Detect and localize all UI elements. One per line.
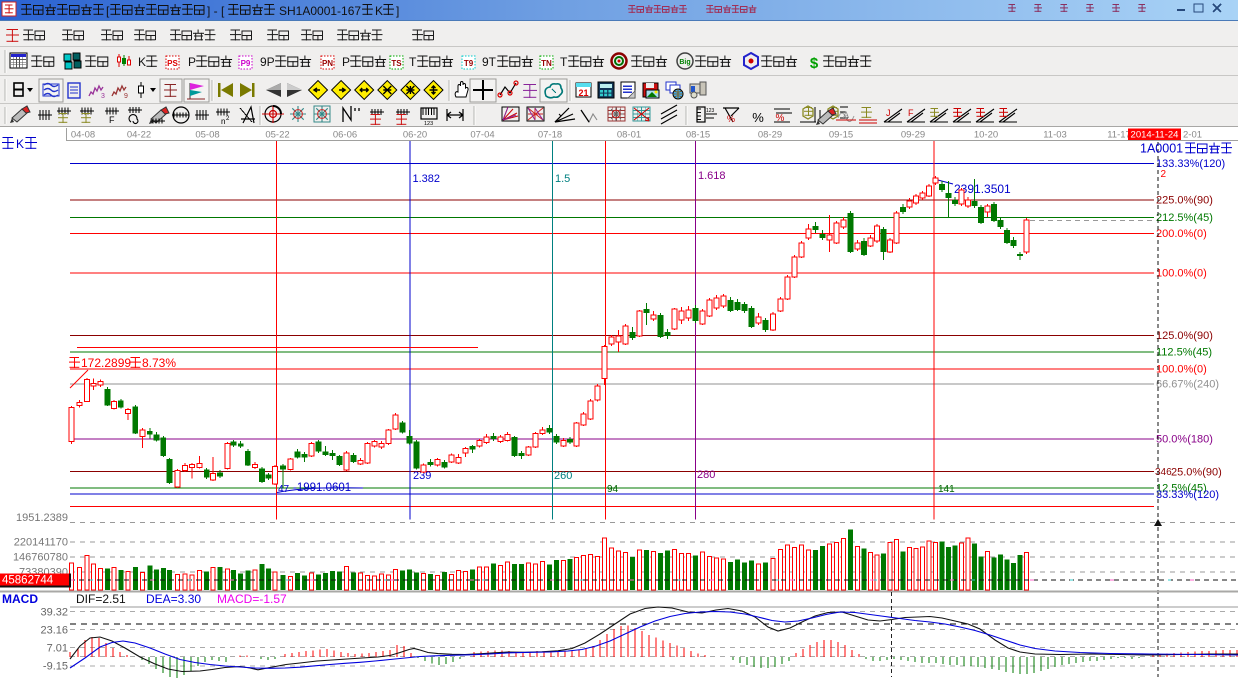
svg-text:1.382: 1.382 bbox=[413, 173, 441, 185]
svg-text:9P: 9P bbox=[260, 55, 275, 69]
svg-text:07-18: 07-18 bbox=[538, 130, 562, 141]
svg-text:T: T bbox=[560, 55, 568, 69]
svg-text:F: F bbox=[109, 115, 115, 125]
svg-text:07-04: 07-04 bbox=[470, 130, 494, 141]
svg-text:200.0%(0): 200.0%(0) bbox=[1156, 228, 1207, 240]
svg-text:PS: PS bbox=[167, 59, 178, 68]
svg-text:100.0%(0): 100.0%(0) bbox=[1156, 268, 1207, 280]
svg-text:05-08: 05-08 bbox=[195, 130, 219, 141]
svg-text:141: 141 bbox=[938, 484, 955, 495]
svg-text:TN: TN bbox=[541, 59, 552, 68]
svg-text:PN: PN bbox=[322, 59, 333, 68]
svg-text:P: P bbox=[188, 55, 196, 69]
svg-text:-1991.0601: -1991.0601 bbox=[293, 482, 351, 494]
svg-text:1.5: 1.5 bbox=[555, 173, 570, 185]
svg-text:04-22: 04-22 bbox=[127, 130, 151, 141]
svg-text:112.5%(45): 112.5%(45) bbox=[1156, 347, 1212, 359]
svg-text:2-01: 2-01 bbox=[1183, 130, 1202, 141]
svg-text:09-15: 09-15 bbox=[829, 130, 853, 141]
svg-text:04-08: 04-08 bbox=[71, 130, 95, 141]
svg-text:P9: P9 bbox=[241, 59, 251, 68]
svg-text:11-03: 11-03 bbox=[1043, 130, 1067, 141]
svg-text:08-01: 08-01 bbox=[617, 130, 641, 141]
svg-text:n: n bbox=[221, 117, 225, 126]
svg-text:K: K bbox=[138, 55, 146, 69]
svg-text:100.0%(0): 100.0%(0) bbox=[1156, 364, 1207, 376]
svg-text:3: 3 bbox=[101, 93, 105, 100]
svg-text:66.67%(240): 66.67%(240) bbox=[1156, 379, 1219, 391]
svg-text:TS: TS bbox=[391, 59, 402, 68]
svg-text:08-15: 08-15 bbox=[686, 130, 710, 141]
svg-text:05-22: 05-22 bbox=[265, 130, 289, 141]
svg-text:94: 94 bbox=[607, 484, 619, 495]
svg-text:$: $ bbox=[810, 55, 819, 72]
svg-text:06-20: 06-20 bbox=[403, 130, 427, 141]
svg-text:172.2899: 172.2899 bbox=[81, 356, 131, 370]
svg-text:10-20: 10-20 bbox=[974, 130, 998, 141]
svg-text:MACD=-1.57: MACD=-1.57 bbox=[217, 592, 287, 606]
svg-text:220141170: 220141170 bbox=[14, 537, 68, 549]
svg-text:39.32: 39.32 bbox=[40, 607, 68, 619]
svg-text:08-29: 08-29 bbox=[758, 130, 782, 141]
svg-text:9: 9 bbox=[124, 93, 128, 100]
svg-text:225.0%(90): 225.0%(90) bbox=[1156, 195, 1213, 207]
svg-text:21: 21 bbox=[578, 88, 588, 98]
svg-text:SH1A0001-167: SH1A0001-167 bbox=[279, 4, 361, 18]
svg-text:DIF=2.51: DIF=2.51 bbox=[76, 592, 126, 606]
svg-text:11-17: 11-17 bbox=[1107, 130, 1131, 141]
svg-text:133.33%(120): 133.33%(120) bbox=[1156, 158, 1225, 170]
svg-text:T: T bbox=[409, 55, 417, 69]
svg-text:P: P bbox=[342, 55, 350, 69]
svg-text:%: % bbox=[752, 110, 764, 125]
svg-text:212.5%(45): 212.5%(45) bbox=[1156, 212, 1213, 224]
svg-text:T9: T9 bbox=[464, 59, 474, 68]
svg-text:123: 123 bbox=[424, 121, 433, 127]
svg-text:-9.15: -9.15 bbox=[43, 661, 68, 673]
svg-text:Big: Big bbox=[679, 59, 690, 66]
svg-text:J: J bbox=[886, 108, 891, 118]
svg-text:MACD: MACD bbox=[2, 592, 38, 606]
svg-text:1A0001: 1A0001 bbox=[1140, 142, 1183, 156]
svg-text:125.0%(90): 125.0%(90) bbox=[1156, 330, 1213, 342]
svg-text:123: 123 bbox=[706, 108, 715, 114]
svg-text:K: K bbox=[16, 137, 24, 151]
svg-text:09-29: 09-29 bbox=[901, 130, 925, 141]
svg-text:F: F bbox=[908, 108, 914, 118]
svg-text:7.01: 7.01 bbox=[47, 643, 68, 655]
svg-text:K: K bbox=[375, 4, 383, 18]
svg-text:25.0%(90): 25.0%(90) bbox=[1171, 467, 1222, 479]
svg-text:1951.2389: 1951.2389 bbox=[16, 512, 68, 524]
svg-text:45862744: 45862744 bbox=[2, 575, 54, 587]
svg-text:280: 280 bbox=[697, 469, 715, 481]
svg-text:23.16: 23.16 bbox=[40, 625, 68, 637]
svg-text:1.618: 1.618 bbox=[698, 170, 726, 182]
svg-text:47: 47 bbox=[278, 484, 290, 495]
svg-text:33.33%(120): 33.33%(120) bbox=[1156, 489, 1219, 501]
svg-text:] - [: ] - [ bbox=[207, 4, 225, 18]
svg-text:2: 2 bbox=[1161, 169, 1167, 180]
svg-text:06-06: 06-06 bbox=[333, 130, 357, 141]
svg-text:%: % bbox=[727, 114, 735, 124]
svg-text:9T: 9T bbox=[482, 55, 497, 69]
svg-text:DEA=3.30: DEA=3.30 bbox=[146, 592, 201, 606]
svg-text:8.73%: 8.73% bbox=[142, 356, 176, 370]
svg-text:2014-11-24: 2014-11-24 bbox=[1131, 130, 1179, 141]
svg-text:50.0%(180): 50.0%(180) bbox=[1156, 434, 1213, 446]
svg-text:260: 260 bbox=[554, 470, 572, 482]
svg-text:146760780: 146760780 bbox=[13, 552, 68, 564]
svg-text:A: A bbox=[843, 110, 849, 120]
svg-text:]: ] bbox=[396, 4, 399, 18]
